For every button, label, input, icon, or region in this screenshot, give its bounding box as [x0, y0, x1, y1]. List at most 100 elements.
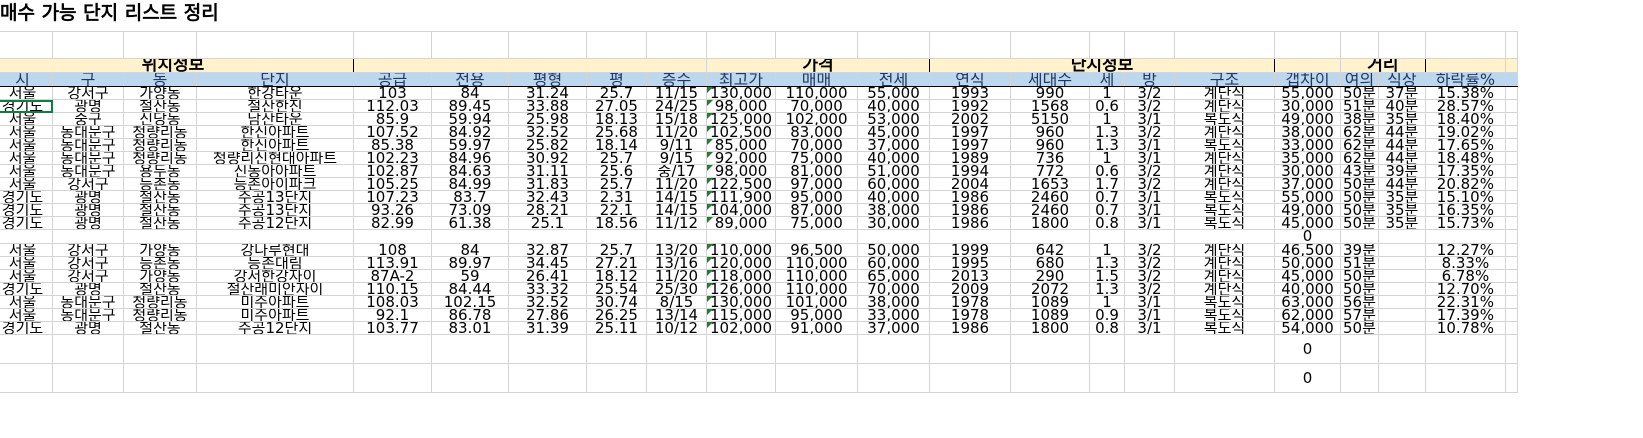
cell-supply-area[interactable]: 92.1 [353, 308, 432, 322]
column-header-supply-area[interactable]: 공급 [353, 72, 432, 87]
cell-city[interactable]: 서울 [0, 308, 53, 322]
cell-ratio[interactable]: 1.5 [1089, 269, 1125, 283]
cell-exclusive-area[interactable]: 73.09 [431, 203, 509, 217]
cell-ratio[interactable]: 1.3 [1089, 282, 1125, 296]
cell-dong[interactable]: 신당동 [123, 112, 197, 126]
cell[interactable] [52, 229, 124, 244]
column-header-year-built[interactable]: 연식 [929, 72, 1011, 87]
cell-pyeong[interactable]: 22.1 [586, 203, 647, 217]
cell-pyeong-type[interactable]: 32.52 [508, 295, 587, 309]
table-row[interactable]: 서울 동대문구 청량리동 한신아파트 107.52 84.92 32.52 25.68 11/2… [0, 125, 1518, 139]
cell-rooms[interactable]: 3/2 [1124, 164, 1175, 178]
cell-district[interactable]: 동대문구 [52, 125, 124, 139]
cell-peak-price[interactable]: 130,000 [706, 86, 776, 100]
cell[interactable] [1377, 229, 1426, 244]
cell-gap[interactable]: 45,000 [1274, 216, 1341, 230]
cell-yeouido-time[interactable]: 43분 [1340, 164, 1379, 178]
cell[interactable] [431, 229, 509, 244]
column-header-dong[interactable]: 동 [123, 72, 197, 87]
cell[interactable] [1504, 31, 1518, 59]
cell-city[interactable]: 경기도 [0, 216, 53, 230]
cell-dong[interactable]: 철산동 [123, 190, 197, 204]
cell-yeouido-time[interactable]: 62분 [1340, 138, 1379, 152]
column-header-sale-price[interactable]: 매매 [775, 72, 858, 87]
cell-district[interactable]: 광명 [52, 216, 124, 230]
cell[interactable] [775, 334, 858, 364]
cell-year-built[interactable]: 2004 [929, 177, 1011, 191]
table-row[interactable]: 서울 강서구 가양동 한강타운 103 84 31.24 25.7 11/15 130,000 11… [0, 86, 1518, 100]
cell[interactable] [586, 334, 647, 364]
cell[interactable] [706, 363, 776, 393]
cell-jeonse-price[interactable]: 50,000 [857, 243, 930, 257]
cell-city[interactable]: 경기도 [0, 99, 53, 113]
group-header-complex[interactable]: 단지정보 [929, 58, 1275, 73]
cell-pyeong[interactable]: 18.56 [586, 216, 647, 230]
cell-sikdang-time[interactable]: 44분 [1377, 151, 1426, 165]
cell-exclusive-area[interactable]: 59.94 [431, 112, 509, 126]
cell-sale-price[interactable]: 110,000 [775, 256, 858, 270]
cell-ratio[interactable]: 0.6 [1089, 99, 1125, 113]
cell-households[interactable]: 1568 [1010, 99, 1090, 113]
cell-pyeong-type[interactable]: 32.52 [508, 125, 587, 139]
cell[interactable] [1174, 334, 1275, 364]
cell-drop-rate[interactable]: 22.31% [1424, 295, 1506, 309]
cell-complex[interactable]: 청량리신현대아파트 [196, 151, 354, 165]
column-header-pyeong-type[interactable]: 평형 [508, 72, 587, 87]
cell-pyeong-type[interactable]: 34.45 [508, 256, 587, 270]
table-row[interactable]: 서울 중구 신당동 남산타운 85.9 59.94 25.98 18.13 15/18 125,0… [0, 112, 1518, 126]
cell-jeonse-price[interactable]: 45,000 [857, 125, 930, 139]
cell-rooms[interactable]: 3/2 [1124, 282, 1175, 296]
cell[interactable] [1504, 363, 1518, 393]
cell-peak-price[interactable]: 89,000 [706, 216, 776, 230]
group-header-spacer[interactable] [1274, 58, 1341, 73]
cell-sale-price[interactable]: 96,500 [775, 243, 858, 257]
cell-sikdang-time[interactable] [1377, 282, 1426, 296]
cell[interactable] [1504, 256, 1518, 270]
cell-yeouido-time[interactable]: 51분 [1340, 256, 1379, 270]
cell-structure[interactable]: 복도식 [1174, 203, 1275, 217]
cell-peak-price[interactable]: 102,500 [706, 125, 776, 139]
table-row[interactable]: 경기도 광명 철산동 주공13단지 107.23 83.7 32.43 2.31 14/15 11… [0, 190, 1518, 204]
cell-gap[interactable]: 35,000 [1274, 151, 1341, 165]
cell-sikdang-time[interactable] [1377, 321, 1426, 335]
cell-structure[interactable]: 계단식 [1174, 86, 1275, 100]
cell-peak-price[interactable]: 110,000 [706, 243, 776, 257]
cell[interactable] [1424, 334, 1506, 364]
cell-floor[interactable]: 15/18 [646, 112, 707, 126]
cell-rooms[interactable]: 3/1 [1124, 112, 1175, 126]
cell-structure[interactable]: 계단식 [1174, 282, 1275, 296]
cell[interactable] [1504, 112, 1518, 126]
cell-pyeong-type[interactable]: 26.41 [508, 269, 587, 283]
cell[interactable] [1424, 229, 1506, 244]
table-row[interactable]: 서울 강서구 등촌동 등촌아이파크 105.25 84.99 31.83 25.7 11/20 1… [0, 177, 1518, 191]
cell-structure[interactable]: 계단식 [1174, 243, 1275, 257]
cell-structure[interactable]: 복도식 [1174, 308, 1275, 322]
cell-gap[interactable]: 30,000 [1274, 99, 1341, 113]
cell-yeouido-time[interactable]: 62분 [1340, 125, 1379, 139]
cell-dong[interactable]: 철산동 [123, 99, 197, 113]
cell[interactable] [1504, 99, 1518, 113]
cell-exclusive-area[interactable]: 83.7 [431, 190, 509, 204]
cell-year-built[interactable]: 1978 [929, 295, 1011, 309]
cell-supply-area[interactable]: 107.52 [353, 125, 432, 139]
cell-ratio[interactable]: 1.3 [1089, 256, 1125, 270]
cell-jeonse-price[interactable]: 40,000 [857, 190, 930, 204]
cell[interactable] [508, 229, 587, 244]
cell-city[interactable]: 경기도 [0, 203, 53, 217]
cell-complex[interactable]: 남산타운 [196, 112, 354, 126]
cell-ratio[interactable]: 1.7 [1089, 177, 1125, 191]
cell[interactable] [0, 31, 53, 59]
cell-exclusive-area[interactable]: 84.96 [431, 151, 509, 165]
cell-sikdang-time[interactable]: 44분 [1377, 177, 1426, 191]
cell[interactable] [646, 334, 707, 364]
cell-complex[interactable]: 등촌아이파크 [196, 177, 354, 191]
cell-district[interactable]: 강서구 [52, 177, 124, 191]
cell-city[interactable]: 서울 [0, 125, 53, 139]
column-header-gap[interactable]: 갭차이 [1274, 72, 1341, 87]
table-row[interactable]: 서울 동대문구 청량리동 한신아파트 85.38 59.97 25.82 18.14 9/11 8… [0, 138, 1518, 152]
cell-gap[interactable]: 40,000 [1274, 282, 1341, 296]
cell-ratio[interactable]: 1 [1089, 243, 1125, 257]
cell[interactable] [1340, 334, 1379, 364]
cell-households[interactable]: 2072 [1010, 282, 1090, 296]
cell-drop-rate[interactable]: 15.38% [1424, 86, 1506, 100]
